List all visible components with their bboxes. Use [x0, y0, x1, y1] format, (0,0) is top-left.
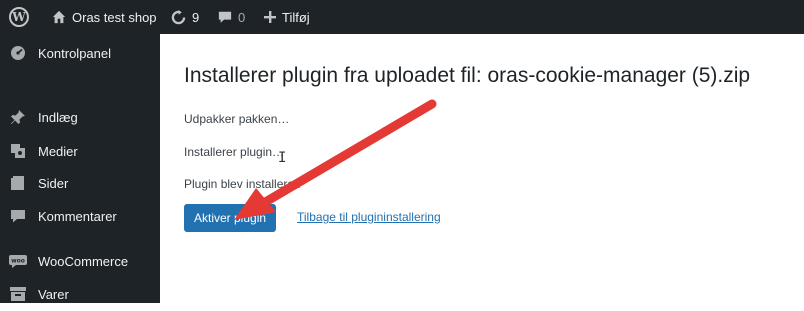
sidebar-item-varer[interactable]: Varer — [0, 277, 160, 311]
sidebar-item-woocommerce[interactable]: woo WooCommerce — [0, 244, 160, 278]
sidebar-item-label: Sider — [38, 175, 69, 191]
site-name-link[interactable]: Oras test shop — [52, 0, 157, 34]
sidebar-item-label: Varer — [38, 286, 69, 302]
comments-link[interactable]: 0 — [218, 0, 245, 34]
updates-count: 9 — [192, 9, 200, 25]
sidebar-item-label: Medier — [38, 143, 78, 159]
sidebar-item-medier[interactable]: Medier — [0, 134, 160, 168]
sidebar-item-indlaeg[interactable]: Indlæg — [0, 100, 160, 134]
sidebar-item-label: WooCommerce — [38, 253, 129, 269]
back-to-plugin-install-link[interactable]: Tilbage til plugininstallering — [297, 210, 441, 224]
pages-icon — [0, 175, 36, 191]
sidebar-item-sider[interactable]: Sider — [0, 166, 160, 200]
comments-count: 0 — [238, 9, 246, 25]
new-content-link[interactable]: Tilføj — [264, 0, 310, 34]
updates-link[interactable]: 9 — [171, 0, 199, 34]
status-line: Plugin blev installeret. — [184, 177, 301, 191]
status-line: Udpakker pakken… — [184, 112, 290, 126]
text-cursor-icon: I — [278, 150, 287, 166]
media-icon — [0, 143, 36, 159]
products-icon — [0, 287, 36, 301]
main-content: Installerer plugin fra uploadet fil: ora… — [160, 34, 804, 303]
sidebar-item-label: Indlæg — [38, 109, 78, 125]
pin-icon — [0, 109, 36, 125]
new-content-label: Tilføj — [282, 9, 310, 25]
svg-text:woo: woo — [11, 258, 25, 265]
admin-bar: W Oras test shop 9 0 Tilføj — [0, 0, 804, 34]
plus-icon — [264, 11, 276, 23]
sidebar-item-kommentarer[interactable]: Kommentarer — [0, 199, 160, 233]
comment-icon — [218, 11, 232, 23]
woo-icon: woo — [0, 254, 36, 268]
sidebar-item-kontrolpanel[interactable]: Kontrolpanel — [0, 36, 160, 70]
comment-icon — [0, 208, 36, 224]
sidebar-item-label: Kommentarer — [38, 208, 117, 224]
wordpress-logo-button[interactable]: W — [9, 0, 29, 34]
updates-icon — [171, 9, 186, 24]
home-icon — [52, 10, 66, 24]
page-title: Installerer plugin fra uploadet fil: ora… — [184, 64, 751, 87]
sidebar-item-label: Kontrolpanel — [38, 45, 111, 61]
site-name-label: Oras test shop — [72, 9, 157, 25]
admin-sidebar: Kontrolpanel Indlæg Medier Sider Komment… — [0, 34, 160, 303]
status-line: Installerer plugin… — [184, 145, 285, 159]
wordpress-logo-icon: W — [9, 7, 29, 27]
activate-plugin-button[interactable]: Aktiver plugin — [184, 204, 277, 232]
dashboard-icon — [0, 45, 36, 61]
